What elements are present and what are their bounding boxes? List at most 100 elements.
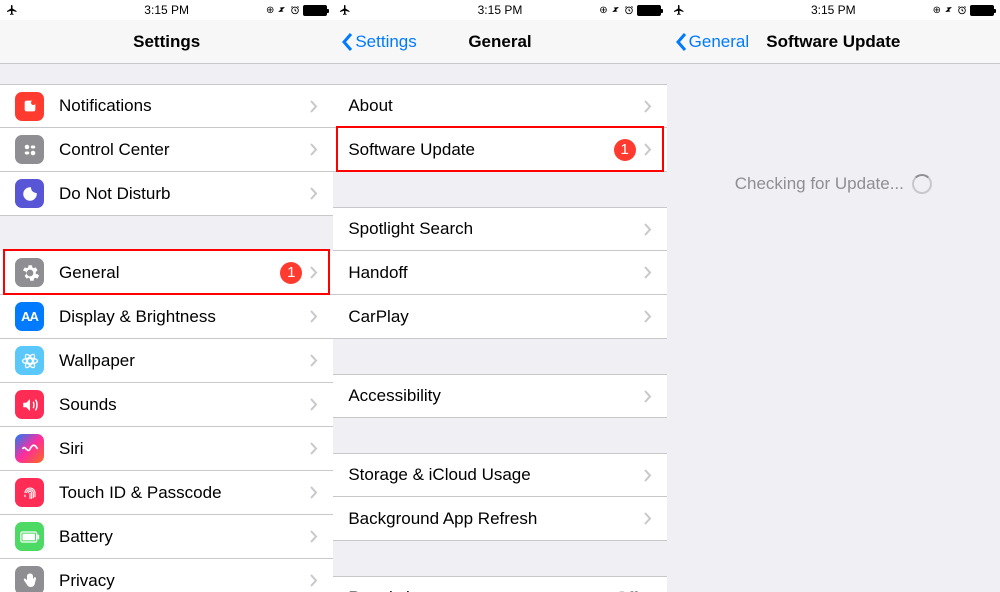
row-label: Display & Brightness bbox=[59, 307, 310, 327]
row-label: Battery bbox=[59, 527, 310, 547]
row-label: Notifications bbox=[59, 96, 310, 116]
row-value: Off bbox=[615, 588, 637, 592]
row-restrictions[interactable]: RestrictionsOff bbox=[333, 576, 666, 592]
row-privacy[interactable]: Privacy bbox=[0, 559, 333, 592]
row-spotlight[interactable]: Spotlight Search bbox=[333, 207, 666, 251]
chevron-right-icon bbox=[644, 512, 652, 525]
status-bar: 3:15 PM ⊕ bbox=[333, 0, 666, 20]
control-center-icon bbox=[15, 135, 44, 164]
page-title: General bbox=[468, 32, 531, 52]
row-label: Background App Refresh bbox=[348, 509, 643, 529]
chevron-right-icon bbox=[310, 100, 318, 113]
chevron-right-icon bbox=[310, 398, 318, 411]
location-icon bbox=[944, 5, 954, 15]
row-about[interactable]: About bbox=[333, 84, 666, 128]
general-list: About Software Update1 Spotlight Search … bbox=[333, 64, 666, 592]
location-icon bbox=[611, 5, 621, 15]
status-time: 3:15 PM bbox=[478, 3, 523, 17]
chevron-right-icon bbox=[644, 223, 652, 236]
nav-bar: Settings General bbox=[333, 20, 666, 64]
chevron-right-icon bbox=[310, 187, 318, 200]
row-handoff[interactable]: Handoff bbox=[333, 251, 666, 295]
row-do-not-disturb[interactable]: Do Not Disturb bbox=[0, 172, 333, 216]
battery-icon bbox=[15, 522, 44, 551]
status-time: 3:15 PM bbox=[144, 3, 189, 17]
back-button[interactable]: General bbox=[675, 32, 749, 52]
siri-icon bbox=[15, 434, 44, 463]
row-software-update[interactable]: Software Update1 bbox=[333, 128, 666, 172]
badge: 1 bbox=[614, 139, 636, 161]
chevron-left-icon bbox=[341, 32, 353, 52]
status-bar: 3:15 PM ⊕ bbox=[667, 0, 1000, 20]
hand-icon bbox=[15, 566, 44, 592]
alarm-icon bbox=[290, 5, 300, 15]
battery-icon bbox=[637, 5, 661, 16]
status-right: ⊕ bbox=[266, 5, 327, 16]
loading-text: Checking for Update... bbox=[735, 174, 904, 194]
chevron-right-icon bbox=[644, 266, 652, 279]
airplane-icon bbox=[673, 4, 685, 16]
row-label: Storage & iCloud Usage bbox=[348, 465, 643, 485]
back-button[interactable]: Settings bbox=[341, 32, 416, 52]
chevron-right-icon bbox=[644, 390, 652, 403]
chevron-right-icon bbox=[310, 574, 318, 587]
page-title: Settings bbox=[133, 32, 200, 52]
row-label: Privacy bbox=[59, 571, 310, 591]
row-label: Handoff bbox=[348, 263, 643, 283]
fingerprint-icon bbox=[15, 478, 44, 507]
loading-area: Checking for Update... bbox=[667, 64, 1000, 592]
spinner-icon bbox=[912, 174, 932, 194]
row-accessibility[interactable]: Accessibility bbox=[333, 374, 666, 418]
software-update-panel: 3:15 PM ⊕ General Software Update Checki… bbox=[667, 0, 1000, 592]
row-touch-id[interactable]: Touch ID & Passcode bbox=[0, 471, 333, 515]
row-display-brightness[interactable]: AA Display & Brightness bbox=[0, 295, 333, 339]
back-label: General bbox=[689, 32, 749, 52]
row-label: CarPlay bbox=[348, 307, 643, 327]
chevron-right-icon bbox=[644, 310, 652, 323]
settings-panel: 3:15 PM ⊕ Settings Notifications Control… bbox=[0, 0, 333, 592]
notifications-icon bbox=[15, 92, 44, 121]
row-control-center[interactable]: Control Center bbox=[0, 128, 333, 172]
sounds-icon bbox=[15, 390, 44, 419]
row-battery[interactable]: Battery bbox=[0, 515, 333, 559]
row-label: Touch ID & Passcode bbox=[59, 483, 310, 503]
chevron-right-icon bbox=[310, 486, 318, 499]
row-label: Restrictions bbox=[348, 588, 615, 592]
badge: 1 bbox=[280, 262, 302, 284]
wallpaper-icon bbox=[15, 346, 44, 375]
row-label: Do Not Disturb bbox=[59, 184, 310, 204]
status-bar: 3:15 PM ⊕ bbox=[0, 0, 333, 20]
chevron-left-icon bbox=[675, 32, 687, 52]
row-carplay[interactable]: CarPlay bbox=[333, 295, 666, 339]
row-siri[interactable]: Siri bbox=[0, 427, 333, 471]
nav-bar: Settings bbox=[0, 20, 333, 64]
row-label: Accessibility bbox=[348, 386, 643, 406]
row-label: Wallpaper bbox=[59, 351, 310, 371]
chevron-right-icon bbox=[310, 442, 318, 455]
nav-bar: General Software Update bbox=[667, 20, 1000, 64]
row-storage[interactable]: Storage & iCloud Usage bbox=[333, 453, 666, 497]
chevron-right-icon bbox=[310, 143, 318, 156]
chevron-right-icon bbox=[310, 266, 318, 279]
row-sounds[interactable]: Sounds bbox=[0, 383, 333, 427]
row-label: Control Center bbox=[59, 140, 310, 160]
row-background-refresh[interactable]: Background App Refresh bbox=[333, 497, 666, 541]
row-label: General bbox=[59, 263, 280, 283]
battery-icon bbox=[970, 5, 994, 16]
back-label: Settings bbox=[355, 32, 416, 52]
battery-icon bbox=[303, 5, 327, 16]
alarm-icon bbox=[957, 5, 967, 15]
chevron-right-icon bbox=[644, 100, 652, 113]
status-right: ⊕ bbox=[933, 5, 994, 16]
chevron-right-icon bbox=[310, 530, 318, 543]
chevron-right-icon bbox=[310, 354, 318, 367]
row-general[interactable]: General 1 bbox=[0, 251, 333, 295]
row-wallpaper[interactable]: Wallpaper bbox=[0, 339, 333, 383]
row-notifications[interactable]: Notifications bbox=[0, 84, 333, 128]
row-label: Siri bbox=[59, 439, 310, 459]
status-time: 3:15 PM bbox=[811, 3, 856, 17]
row-label: Spotlight Search bbox=[348, 219, 643, 239]
row-label: About bbox=[348, 96, 643, 116]
settings-list: Notifications Control Center Do Not Dist… bbox=[0, 64, 333, 592]
general-panel: 3:15 PM ⊕ Settings General About Softwar… bbox=[333, 0, 666, 592]
